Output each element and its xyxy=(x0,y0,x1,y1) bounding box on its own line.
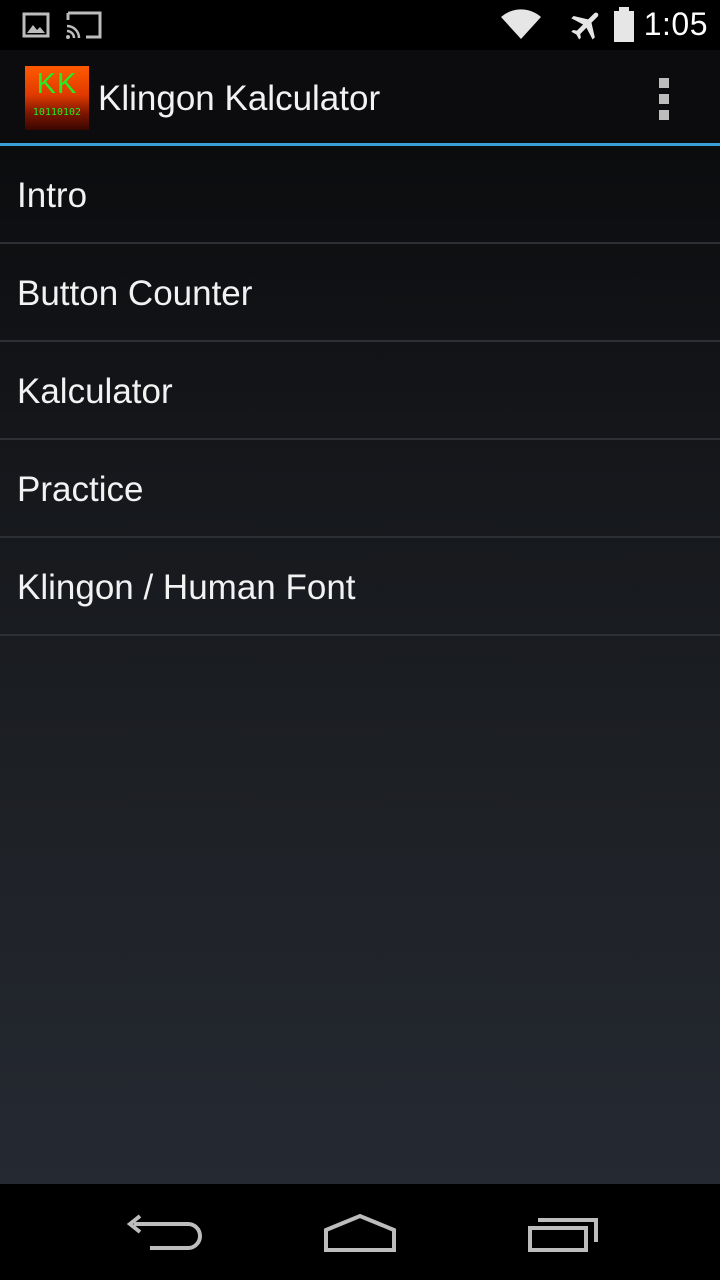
menu-item-label: Practice xyxy=(17,470,144,509)
airplane-mode-icon xyxy=(571,12,599,40)
overflow-menu-button[interactable] xyxy=(640,70,688,126)
action-bar: KK 10110102 Klingon Kalculator xyxy=(0,50,720,143)
status-time: 1:05 xyxy=(643,6,708,42)
wifi-icon xyxy=(501,9,541,40)
menu-item-intro[interactable]: Intro xyxy=(0,146,720,244)
battery-icon xyxy=(614,7,634,42)
menu-item-klingon-human-font[interactable]: Klingon / Human Font xyxy=(0,538,720,636)
menu-item-kalculator[interactable]: Kalculator xyxy=(0,342,720,440)
menu-item-label: Kalculator xyxy=(17,372,173,411)
overflow-menu-icon-dot xyxy=(659,94,669,104)
home-icon[interactable] xyxy=(310,1200,410,1264)
content-area: Intro Button Counter Kalculator Practice… xyxy=(0,146,720,1184)
recent-apps-icon[interactable] xyxy=(512,1200,612,1264)
menu-item-label: Button Counter xyxy=(17,274,253,313)
screen: 1:05 KK 10110102 Klingon Kalculator Intr… xyxy=(0,0,720,1280)
image-notification-icon xyxy=(22,12,50,38)
menu-item-button-counter[interactable]: Button Counter xyxy=(0,244,720,342)
logo-digits: 10110102 xyxy=(32,107,82,118)
cast-icon xyxy=(66,11,102,39)
back-icon[interactable] xyxy=(110,1200,210,1264)
menu-item-label: Intro xyxy=(17,176,88,215)
app-title: Klingon Kalculator xyxy=(98,79,381,118)
status-bar: 1:05 xyxy=(0,0,720,50)
overflow-menu-icon xyxy=(659,78,669,88)
app-logo[interactable]: KK 10110102 xyxy=(25,66,89,130)
navigation-bar xyxy=(0,1184,720,1280)
menu-list: Intro Button Counter Kalculator Practice… xyxy=(0,146,720,636)
logo-letters: KK xyxy=(36,68,78,100)
menu-item-practice[interactable]: Practice xyxy=(0,440,720,538)
overflow-menu-icon-dot xyxy=(659,110,669,120)
menu-item-label: Klingon / Human Font xyxy=(17,568,356,607)
